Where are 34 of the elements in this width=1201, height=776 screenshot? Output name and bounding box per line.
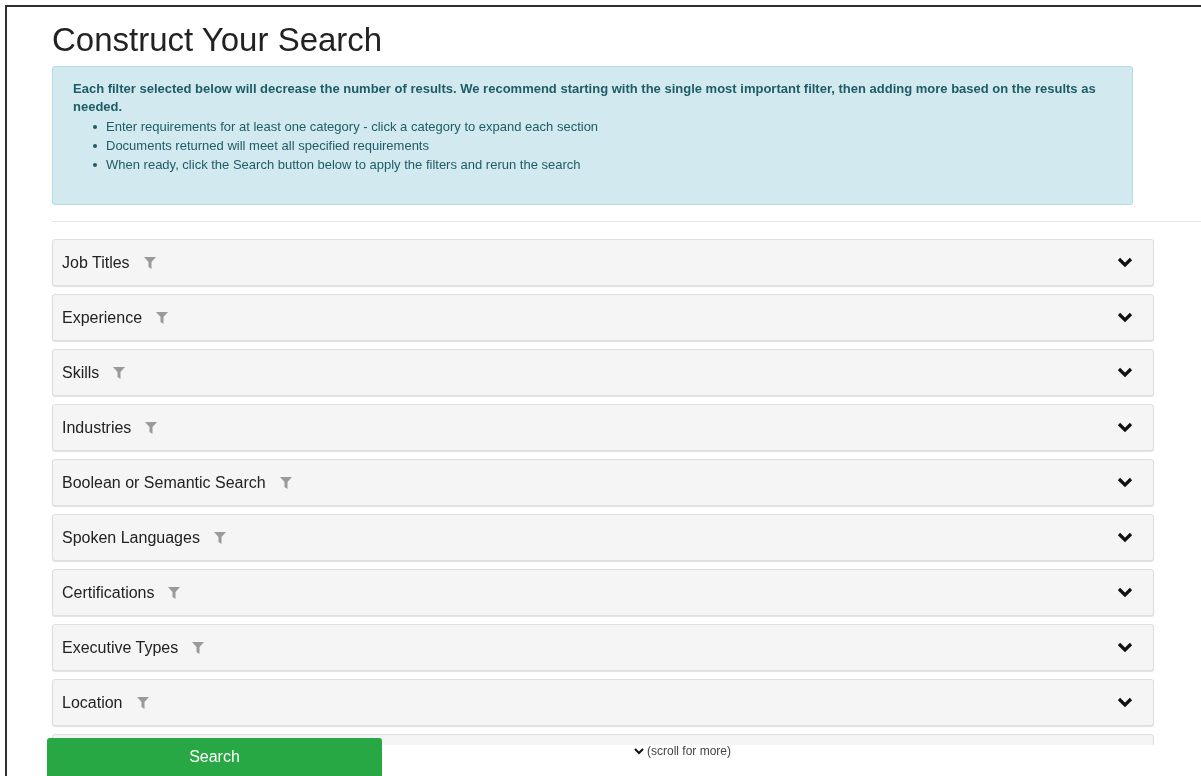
filter-icon (168, 586, 181, 599)
category-panel[interactable]: Skills (52, 349, 1154, 396)
category-panel[interactable]: Location (52, 679, 1154, 726)
info-text: Each filter selected below will decrease the number of results. We recommend starting with the single most important filter, then adding more based on the results as needed. (73, 80, 1097, 116)
filter-icon (143, 256, 156, 269)
category-panel[interactable]: Job Titles (52, 239, 1154, 286)
filter-icon (145, 421, 158, 434)
page-title: Construct Your Search (52, 20, 384, 60)
category-label: Certifications (62, 582, 155, 603)
category-label: Spoken Languages (62, 527, 200, 548)
filter-icon (136, 696, 149, 709)
filter-icon (213, 531, 226, 544)
info-bullet-text: When ready, click the Search button below to apply the filters and rerun the search (106, 156, 581, 174)
category-label: Job Titles (62, 252, 130, 273)
chevron-down-icon (634, 747, 644, 755)
filter-icon (192, 641, 205, 654)
filter-icon (156, 311, 169, 324)
category-panel[interactable]: Experience (52, 294, 1154, 341)
scroll-hint: (scroll for more) (647, 743, 731, 760)
category-panel[interactable]: Boolean or Semantic Search (52, 459, 1154, 506)
info-bullet-text: Enter requirements for at least one category - click a category to expand each section (106, 118, 599, 136)
info-bullet-text: Documents returned will meet all specified requirements (106, 137, 429, 155)
category-panel[interactable]: Spoken Languages (52, 514, 1154, 561)
category-label: Industries (62, 417, 132, 438)
category-label: Experience (62, 307, 143, 328)
category-panel[interactable]: Industries (52, 404, 1154, 451)
filter-icon (113, 366, 126, 379)
category-label: Executive Types (62, 637, 179, 658)
category-label: Location (62, 692, 123, 713)
category-label: Skills (62, 362, 100, 383)
filter-icon (279, 476, 292, 489)
category-label: Boolean or Semantic Search (62, 472, 266, 493)
category-panel[interactable]: Executive Types (52, 624, 1154, 671)
category-panel[interactable]: Certifications (52, 569, 1154, 616)
